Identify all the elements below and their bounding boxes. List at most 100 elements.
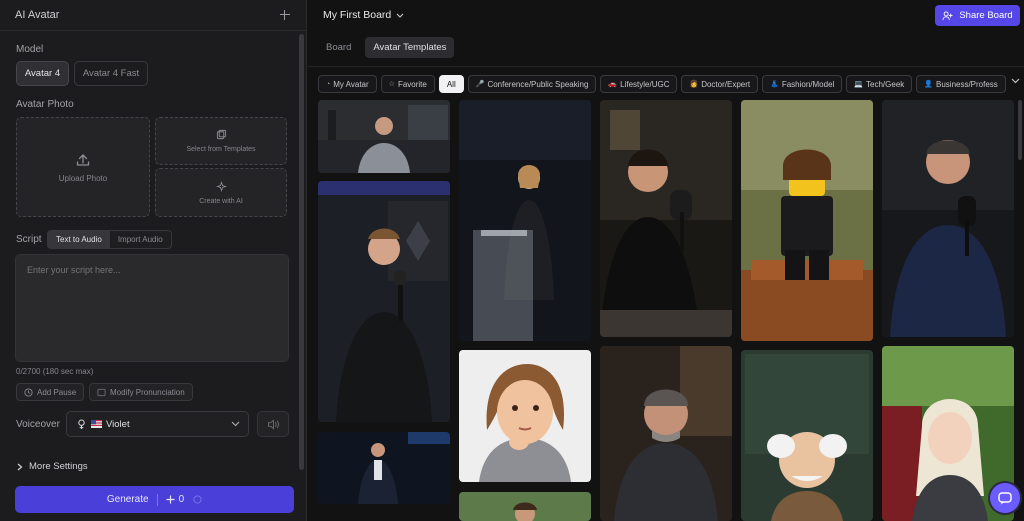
avatar-template-card[interactable] [318, 181, 450, 422]
chevron-right-icon [17, 463, 23, 470]
user-icon: ◔ [326, 80, 331, 88]
avatar-template-card[interactable] [318, 100, 450, 173]
info-icon [193, 495, 202, 504]
avatar-template-card[interactable] [882, 100, 1014, 337]
chevron-down-icon[interactable] [1011, 78, 1020, 84]
add-pause-label: Add Pause [37, 387, 77, 397]
import-audio-tab[interactable]: Import Audio [110, 231, 171, 248]
templates-icon [216, 129, 226, 140]
script-character-counter: 0/2700 (180 sec max) [16, 367, 94, 376]
avatar-thumbnail [459, 492, 591, 521]
select-from-templates-button[interactable]: Select from Templates [155, 117, 287, 165]
avatar-template-card[interactable] [459, 492, 591, 521]
pronunciation-icon [97, 388, 106, 396]
sparkle-icon [166, 495, 175, 504]
model-option-avatar-4-fast[interactable]: Avatar 4 Fast [74, 61, 148, 86]
filter-doctor[interactable]: 👩 Doctor/Expert [681, 75, 759, 93]
add-user-icon [942, 10, 953, 20]
board-title-dropdown[interactable]: My First Board [323, 9, 404, 21]
chevron-down-icon [231, 421, 240, 427]
avatar-thumbnail [600, 100, 732, 337]
avatar-thumbnail [741, 350, 873, 521]
upload-photo-label: Upload Photo [58, 173, 108, 183]
filter-business[interactable]: 👤 Business/Profess [916, 75, 1006, 93]
script-mode-switch: Text to Audio Import Audio [47, 230, 172, 249]
voiceover-label: Voiceover [16, 419, 60, 430]
avatar-settings-panel: AI Avatar Model Avatar 4 Avatar 4 Fast A… [0, 0, 307, 521]
sparkle-icon [215, 180, 227, 192]
select-from-templates-label: Select from Templates [186, 146, 256, 153]
filter-fashion[interactable]: 👗 Fashion/Model [762, 75, 843, 93]
doctor-icon: 👩 [689, 81, 699, 88]
chat-assistant-button[interactable] [990, 483, 1020, 513]
generate-label: Generate [106, 494, 149, 505]
speaker-icon [267, 418, 279, 430]
avatar-thumbnail [459, 350, 591, 482]
script-input[interactable] [15, 254, 289, 362]
generate-divider [156, 493, 158, 506]
modify-pronunciation-label: Modify Pronunciation [110, 387, 185, 397]
avatar-template-card[interactable] [741, 350, 873, 521]
filter-label: Doctor/Expert [701, 79, 751, 89]
filter-my-avatar[interactable]: ◔ My Avatar [318, 75, 377, 93]
filter-lifestyle[interactable]: 🚗 Lifestyle/UGC [600, 75, 678, 93]
add-pause-button[interactable]: Add Pause [16, 383, 85, 401]
voiceover-select[interactable]: Violet [66, 411, 249, 437]
share-board-button[interactable]: Share Board [935, 5, 1020, 26]
more-settings-toggle[interactable]: More Settings [17, 461, 88, 472]
gallery-scrollbar[interactable] [1018, 100, 1022, 160]
microphone-icon: 🎤 [475, 81, 485, 88]
chat-icon [998, 492, 1012, 505]
avatar-thumbnail [741, 100, 873, 341]
chevron-down-icon [396, 13, 404, 18]
filter-label: Conference/Public Speaking [487, 79, 589, 89]
app-root: AI Avatar Model Avatar 4 Avatar 4 Fast A… [0, 0, 1024, 521]
avatar-template-card[interactable] [600, 100, 732, 337]
add-icon[interactable] [278, 8, 292, 22]
filter-label: Lifestyle/UGC [620, 79, 670, 89]
filter-label: My Avatar [333, 79, 369, 89]
filter-conference[interactable]: 🎤 Conference/Public Speaking [467, 75, 597, 93]
avatar-template-card[interactable] [318, 432, 450, 504]
avatar-template-card[interactable] [741, 100, 873, 341]
female-icon [78, 419, 85, 429]
avatar-template-card[interactable] [600, 346, 732, 521]
avatar-template-card[interactable] [459, 100, 591, 341]
share-board-label: Share Board [959, 10, 1013, 21]
upload-photo-button[interactable]: Upload Photo [16, 117, 150, 217]
filter-label: Business/Profess [936, 79, 998, 89]
panel-scrollbar[interactable] [299, 34, 304, 470]
avatar-thumbnail [318, 181, 450, 422]
avatar-template-card[interactable] [459, 350, 591, 482]
avatar-thumbnail [318, 100, 450, 173]
avatar-photo-label: Avatar Photo [16, 99, 74, 110]
create-with-ai-button[interactable]: Create with AI [155, 168, 287, 217]
text-to-audio-tab[interactable]: Text to Audio [48, 231, 110, 248]
model-option-avatar-4[interactable]: Avatar 4 [16, 61, 69, 86]
avatar-thumbnail [459, 100, 591, 341]
tab-board[interactable]: Board [318, 37, 359, 58]
board-tabs: Board Avatar Templates [318, 37, 455, 58]
panel-header: AI Avatar [0, 0, 306, 31]
board-header: My First Board Share Board [308, 0, 1024, 32]
voice-preview-button[interactable] [257, 411, 289, 437]
upload-icon [76, 153, 90, 166]
header-divider [308, 66, 1024, 67]
filter-label: All [446, 79, 456, 89]
fashion-icon: 👗 [770, 81, 779, 88]
filter-all[interactable]: All [438, 75, 464, 93]
filter-label: Fashion/Model [781, 79, 835, 89]
avatar-template-gallery [308, 100, 1024, 521]
more-settings-label: More Settings [29, 461, 88, 472]
tab-avatar-templates[interactable]: Avatar Templates [365, 37, 455, 58]
modify-pronunciation-button[interactable]: Modify Pronunciation [89, 383, 193, 401]
generate-button[interactable]: Generate 0 [15, 486, 294, 513]
filter-tech[interactable]: 💻 Tech/Geek [846, 75, 913, 93]
clock-icon [24, 387, 33, 397]
filter-favorite[interactable]: ☆ Favorite [380, 75, 435, 93]
category-filters: ◔ My Avatar ☆ Favorite All 🎤 Conference/Pub… [318, 75, 1006, 93]
filter-label: Tech/Geek [866, 79, 905, 89]
create-with-ai-label: Create with AI [199, 197, 243, 205]
selected-voice: Violet [106, 418, 130, 430]
avatar-thumbnail [600, 346, 732, 521]
